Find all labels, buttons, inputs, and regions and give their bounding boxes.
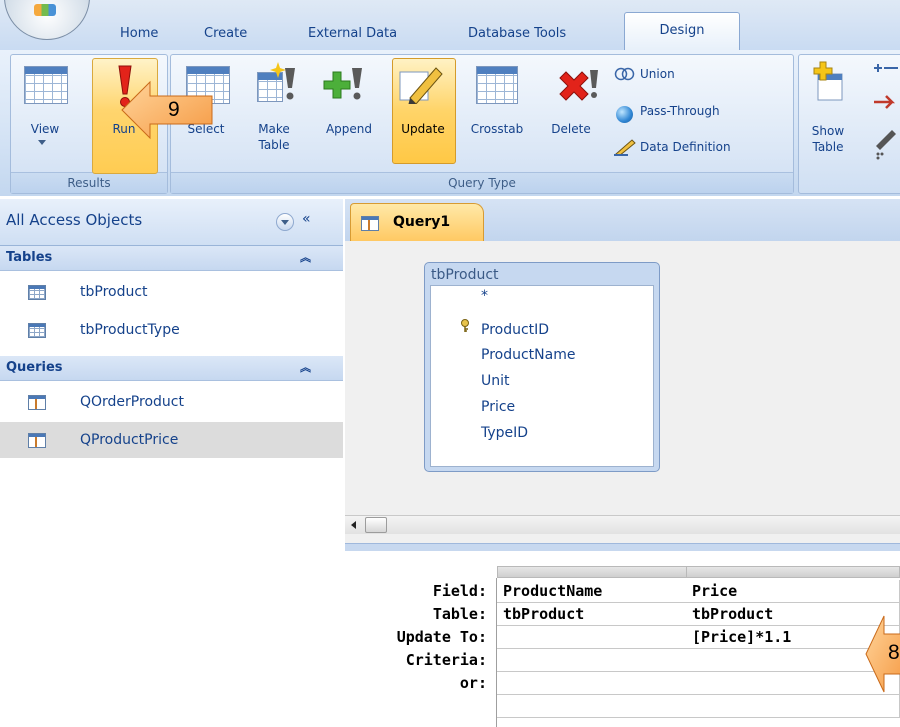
query-setup-small-icons[interactable] [872, 62, 900, 162]
group-results-label: Results [11, 172, 167, 193]
make-table-button[interactable]: Make [248, 122, 300, 136]
nav-category-label: Queries [6, 360, 63, 375]
group-query-type-label: Query Type [171, 172, 793, 193]
nav-category-label: Tables [6, 250, 53, 265]
pass-through-button[interactable]: Pass-Through [640, 104, 720, 118]
field-list-item[interactable]: ProductName [481, 347, 575, 363]
primary-key-icon [461, 319, 469, 332]
collapse-chevron-up-icon: ︽ [300, 251, 311, 264]
tab-query1[interactable]: Query1 [350, 203, 484, 242]
column-selector-2[interactable] [686, 566, 900, 578]
data-definition-pencil-icon [614, 139, 636, 156]
field-list-item[interactable]: Unit [481, 373, 510, 389]
tab-home[interactable]: Home [120, 22, 158, 46]
nav-item-qorderproduct[interactable]: QOrderProduct [0, 384, 343, 420]
query-icon [28, 395, 46, 410]
grid-row-label-update-to: Update To: [396, 628, 487, 646]
scroll-left-arrow-icon[interactable] [351, 521, 356, 529]
field-list-item[interactable]: ProductID [481, 322, 549, 338]
grid-cell-or[interactable] [497, 672, 687, 695]
tab-create[interactable]: Create [204, 22, 247, 46]
grid-row-label-or: or: [459, 674, 487, 692]
field-list-item[interactable]: Price [481, 399, 515, 415]
table-icon [28, 285, 46, 300]
tab-design[interactable]: Design [624, 12, 740, 51]
view-datasheet-icon [24, 66, 68, 104]
field-list-item[interactable]: TypeID [481, 425, 528, 441]
nav-item-tbproduct[interactable]: tbProduct [0, 274, 343, 310]
nav-item-label: tbProduct [80, 284, 148, 300]
column-selector-1[interactable] [497, 566, 687, 578]
nav-pane-header[interactable]: All Access Objects « [0, 199, 343, 246]
collapse-chevron-up-icon: ︽ [300, 361, 311, 374]
grid-cell-criteria[interactable] [497, 649, 687, 672]
globe-icon [616, 106, 633, 123]
crosstab-icon [476, 66, 518, 104]
nav-item-label: tbProductType [80, 322, 180, 338]
grid-cell-field[interactable]: ProductName [497, 580, 687, 603]
field-list-title: tbProduct [431, 267, 499, 283]
make-table-button-line2: Table [258, 138, 290, 152]
show-table-button-line2: Table [812, 140, 844, 154]
delete-x-icon [559, 70, 598, 101]
update-button-label: Update [401, 122, 445, 136]
callout-9-number: 9 [168, 98, 180, 121]
tab-database-tools[interactable]: Database Tools [468, 22, 566, 46]
nav-item-label: QProductPrice [80, 432, 179, 448]
view-button[interactable]: View [20, 122, 70, 136]
horizontal-scrollbar[interactable] [345, 515, 900, 534]
scroll-thumb[interactable] [365, 517, 387, 533]
table-icon [28, 323, 46, 338]
nav-pane-menu-button[interactable] [276, 213, 294, 231]
update-pencil-icon [399, 67, 443, 104]
grid-cell-blank[interactable] [497, 695, 687, 718]
tab-external-data[interactable]: External Data [308, 22, 397, 46]
make-table-exclamation-icon [285, 68, 295, 100]
crosstab-button[interactable]: Crosstab [460, 122, 534, 136]
grid-row-label-criteria: Criteria: [405, 651, 487, 669]
show-table-icon [813, 61, 843, 101]
data-definition-button[interactable]: Data Definition [640, 140, 731, 154]
query-tab-label: Query1 [393, 214, 451, 230]
nav-item-qproductprice[interactable]: QProductPrice [0, 422, 343, 458]
field-list-item[interactable]: * [481, 288, 488, 304]
query-icon [361, 216, 379, 231]
nav-category-queries[interactable]: Queries ︽ [0, 356, 343, 381]
grid-cell-field[interactable]: Price [686, 580, 900, 603]
nav-item-tbproducttype[interactable]: tbProductType [0, 312, 343, 348]
append-exclamation-icon [352, 68, 362, 100]
query-icon [28, 433, 46, 448]
shutter-bar-collapse-icon[interactable]: « [302, 211, 311, 227]
grid-cell-blank[interactable] [686, 695, 900, 718]
delete-button[interactable]: Delete [540, 122, 602, 136]
view-dropdown-chevron-icon[interactable] [38, 140, 46, 145]
nav-category-tables[interactable]: Tables ︽ [0, 246, 343, 271]
grid-cell-update-to[interactable] [497, 626, 687, 649]
grid-row-label-table: Table: [432, 605, 487, 623]
field-list-body [430, 285, 654, 467]
callout-8-number: 8 [888, 641, 900, 664]
office-logo-icon [34, 4, 56, 16]
grid-cell-table[interactable]: tbProduct [497, 603, 687, 626]
show-table-button[interactable]: Show [806, 124, 850, 138]
nav-item-label: QOrderProduct [80, 394, 184, 410]
grid-row-label-field: Field: [432, 582, 487, 600]
chevron-down-icon [281, 220, 289, 225]
union-button[interactable]: Union [640, 67, 675, 81]
append-button[interactable]: Append [316, 122, 382, 136]
union-icon [614, 67, 635, 81]
append-plus-icon [323, 71, 351, 99]
nav-pane-title: All Access Objects [6, 211, 143, 229]
